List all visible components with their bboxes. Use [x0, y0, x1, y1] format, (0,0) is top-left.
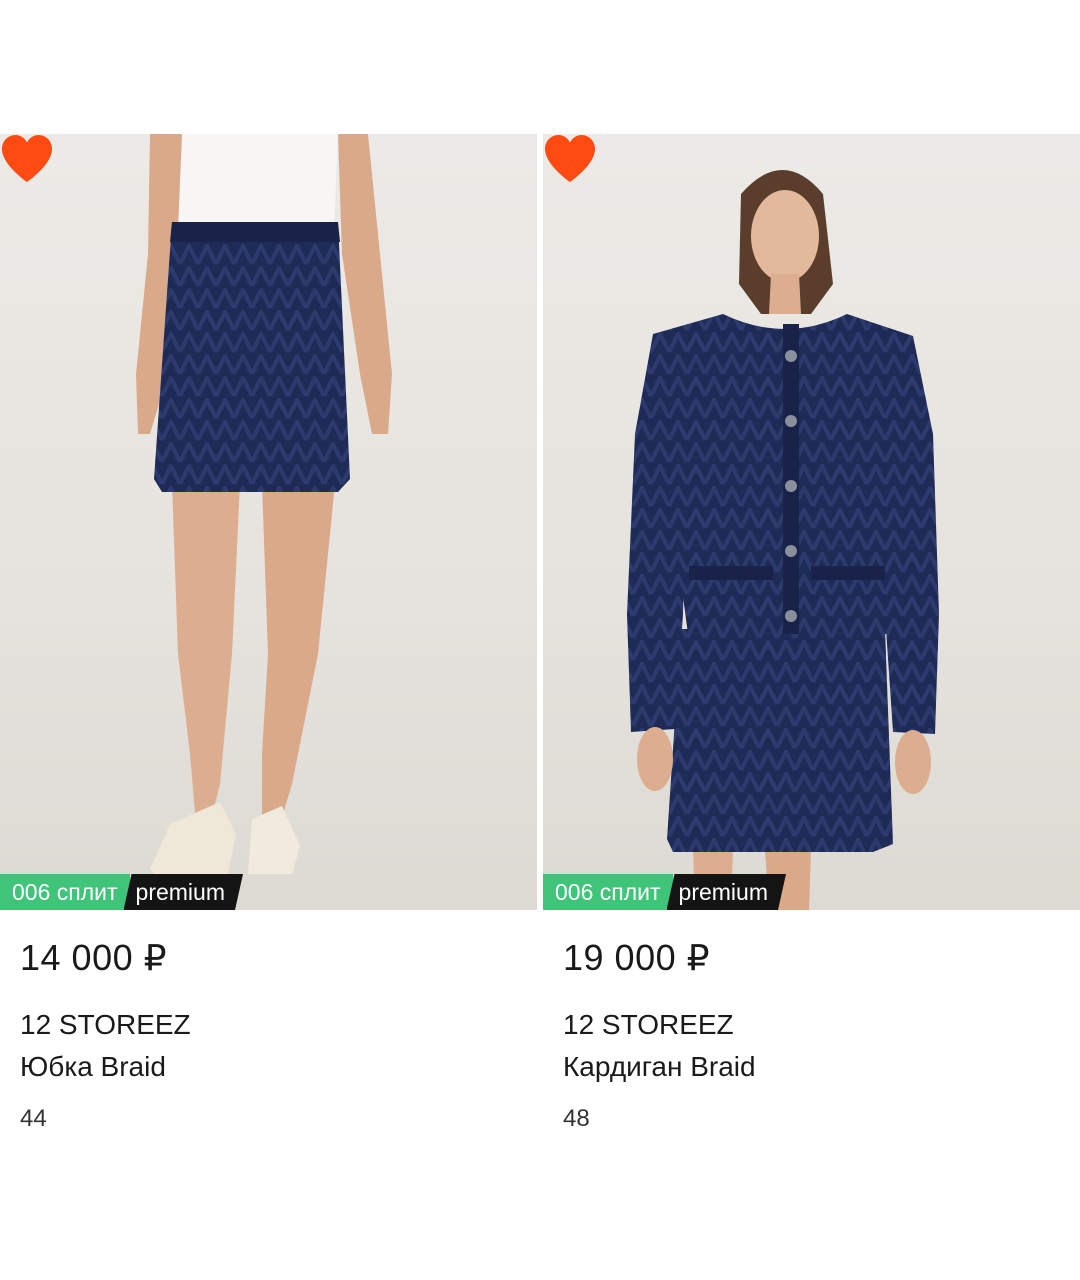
product-title: Кардиган Braid: [563, 1051, 756, 1082]
product-price: 19 000 ₽: [563, 937, 711, 978]
product-card[interactable]: 006 сплит premium 14 000 ₽ 12 STOREEZ Юб…: [0, 134, 537, 1280]
premium-badge: premium: [124, 874, 243, 910]
product-info[interactable]: 19 000 ₽ 12 STOREEZ Кардиган Braid 48: [543, 938, 1080, 1134]
product-price: 14 000 ₽: [20, 937, 168, 978]
product-photo[interactable]: 006 сплит premium: [543, 134, 1080, 910]
product-grid: 006 сплит premium 14 000 ₽ 12 STOREEZ Юб…: [0, 134, 1080, 1280]
split-badge: 006 сплит: [543, 874, 673, 910]
split-badge: 006 сплит: [0, 874, 130, 910]
product-size: 48: [563, 1105, 590, 1132]
badge-row: 006 сплит premium: [543, 874, 786, 910]
product-brand: 12 STOREEZ: [20, 1009, 191, 1040]
knit-skirt-photo: [136, 134, 392, 876]
product-card[interactable]: 006 сплит premium 19 000 ₽ 12 STOREEZ Ка…: [543, 134, 1080, 1280]
product-size: 44: [20, 1105, 47, 1132]
favorite-heart-icon[interactable]: [0, 134, 54, 184]
premium-badge: premium: [667, 874, 786, 910]
badge-row: 006 сплит premium: [0, 874, 243, 910]
product-info[interactable]: 14 000 ₽ 12 STOREEZ Юбка Braid 44: [0, 938, 537, 1134]
favorite-heart-icon[interactable]: [543, 134, 597, 184]
product-brand: 12 STOREEZ: [563, 1009, 734, 1040]
knit-cardigan-photo: [627, 170, 939, 910]
product-photo[interactable]: 006 сплит premium: [0, 134, 537, 910]
product-title: Юбка Braid: [20, 1051, 166, 1082]
